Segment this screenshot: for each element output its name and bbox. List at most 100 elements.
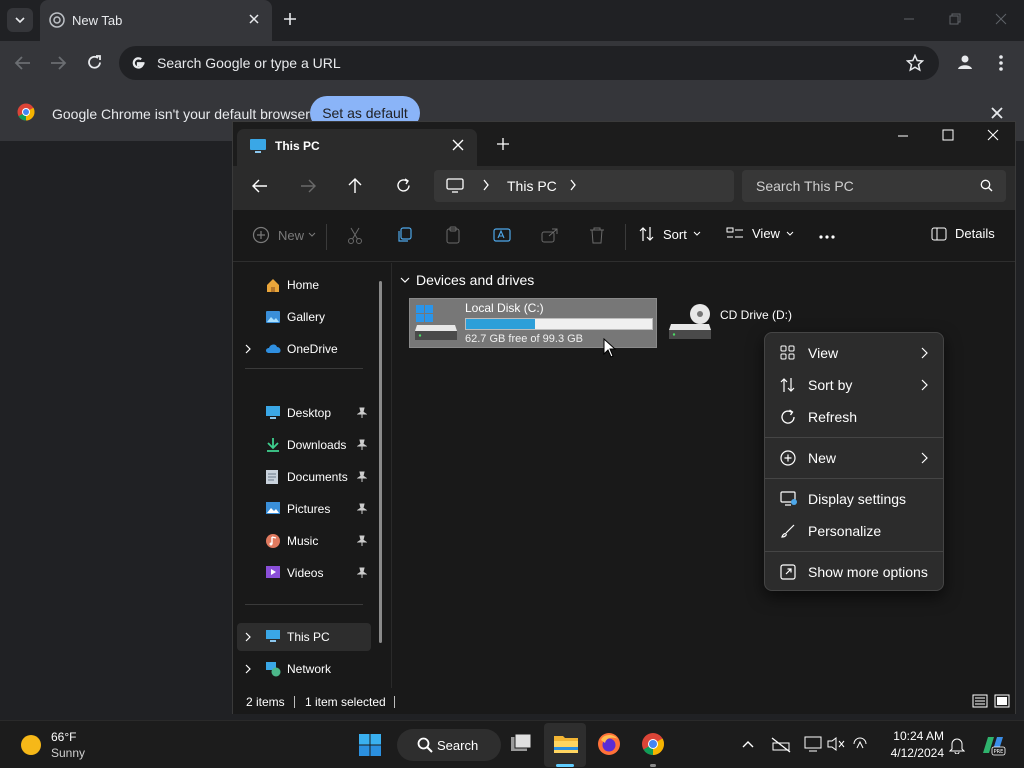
- delete-icon[interactable]: [589, 226, 605, 244]
- breadcrumb[interactable]: This PC: [434, 170, 734, 202]
- monitor-icon[interactable]: [804, 736, 822, 752]
- context-menu-item-new[interactable]: New: [769, 443, 939, 473]
- rename-icon[interactable]: [493, 226, 511, 244]
- search-placeholder: Search This PC: [756, 178, 854, 194]
- tiles-view-icon[interactable]: [994, 694, 1010, 708]
- infobar-close-icon[interactable]: [990, 106, 1004, 120]
- view-button[interactable]: View: [726, 226, 794, 241]
- copilot-icon[interactable]: PRE: [980, 733, 1006, 757]
- chevron-right-icon[interactable]: [245, 344, 251, 354]
- nav-item-gallery[interactable]: Gallery: [233, 303, 373, 331]
- new-button[interactable]: New: [252, 226, 316, 244]
- chevron-right-icon[interactable]: [245, 632, 251, 642]
- chrome-icon[interactable]: [641, 732, 665, 756]
- paste-icon[interactable]: [445, 226, 461, 244]
- taskbar-search[interactable]: Search: [397, 729, 501, 761]
- reload-icon[interactable]: [86, 54, 103, 71]
- context-menu-item-show-more-options[interactable]: Show more options: [769, 557, 939, 587]
- pin-icon[interactable]: [357, 471, 367, 483]
- context-menu-label: Show more options: [808, 564, 928, 580]
- context-menu-item-refresh[interactable]: Refresh: [769, 402, 939, 432]
- chevron-right-icon[interactable]: [245, 664, 251, 674]
- speaker-muted-icon[interactable]: [826, 736, 846, 752]
- pin-icon[interactable]: [357, 439, 367, 451]
- close-icon[interactable]: [247, 12, 261, 26]
- tab-new-tab[interactable]: New Tab: [40, 0, 272, 41]
- group-header-devices[interactable]: Devices and drives: [400, 272, 534, 288]
- context-menu-divider: [765, 437, 943, 438]
- bookmark-star-icon[interactable]: [906, 54, 924, 72]
- see-more-icon[interactable]: [818, 234, 836, 240]
- forward-arrow-icon[interactable]: [300, 179, 316, 193]
- forward-arrow-icon[interactable]: [49, 55, 67, 71]
- pin-icon[interactable]: [357, 407, 367, 419]
- nav-label: Music: [287, 534, 319, 548]
- share-icon[interactable]: [541, 226, 559, 244]
- new-tab-icon[interactable]: [496, 137, 510, 151]
- context-menu-item-display-settings[interactable]: Display settings: [769, 484, 939, 514]
- sort-button[interactable]: Sort: [639, 226, 701, 242]
- task-view-icon[interactable]: [509, 733, 533, 755]
- restore-icon[interactable]: [948, 12, 962, 26]
- minimize-icon[interactable]: [902, 12, 916, 26]
- refresh-icon[interactable]: [396, 178, 411, 193]
- battery-icon[interactable]: [851, 736, 869, 752]
- nav-scrollbar[interactable]: [379, 281, 382, 643]
- nav-item-downloads[interactable]: Downloads: [233, 431, 373, 459]
- nav-item-music[interactable]: Music: [233, 527, 373, 555]
- chevron-up-icon[interactable]: [742, 740, 754, 748]
- up-arrow-icon[interactable]: [348, 178, 362, 194]
- nav-label: Gallery: [287, 310, 326, 324]
- breadcrumb-this-pc[interactable]: This PC: [507, 178, 557, 194]
- running-app-indicator: [650, 764, 656, 767]
- kebab-menu-icon[interactable]: [998, 54, 1004, 72]
- file-explorer-icon[interactable]: [553, 732, 579, 754]
- nav-item-videos[interactable]: Videos: [233, 559, 373, 587]
- context-menu-item-personalize[interactable]: Personalize: [769, 516, 939, 546]
- maximize-icon[interactable]: [942, 129, 954, 141]
- nav-item-pictures[interactable]: Pictures: [233, 495, 373, 523]
- details-pane-button[interactable]: Details: [931, 226, 995, 241]
- details-view-icon[interactable]: [972, 694, 988, 708]
- toolbar-divider: [625, 224, 626, 250]
- notification-bell-icon[interactable]: [949, 736, 965, 754]
- active-app-indicator: [556, 764, 574, 767]
- window-close-icon[interactable]: [987, 129, 999, 141]
- start-icon[interactable]: [358, 733, 382, 757]
- context-menu-label: Sort by: [808, 377, 853, 393]
- context-menu-label: View: [808, 345, 839, 361]
- chevron-right-icon[interactable]: [569, 179, 577, 191]
- pin-icon[interactable]: [357, 535, 367, 547]
- back-arrow-icon[interactable]: [14, 55, 32, 71]
- context-menu-item-view[interactable]: View: [769, 338, 939, 368]
- profile-icon[interactable]: [956, 53, 974, 71]
- omnibox[interactable]: Search Google or type a URL: [119, 46, 939, 80]
- context-menu-divider: [765, 551, 943, 552]
- tab-search-button[interactable]: [7, 8, 33, 32]
- drive-tile-local-disk-c[interactable]: Local Disk (C:) 62.7 GB free of 99.3 GB: [409, 298, 657, 348]
- copy-icon[interactable]: [397, 227, 413, 244]
- search-input[interactable]: Search This PC: [742, 170, 1006, 202]
- new-tab-icon[interactable]: [282, 11, 298, 27]
- back-arrow-icon[interactable]: [252, 179, 268, 193]
- pin-icon[interactable]: [357, 567, 367, 579]
- nav-item-onedrive[interactable]: OneDrive: [233, 335, 373, 363]
- nav-item-desktop[interactable]: Desktop: [233, 399, 373, 427]
- nav-item-this-pc[interactable]: This PC: [237, 623, 371, 651]
- context-menu-item-sort-by[interactable]: Sort by: [769, 370, 939, 400]
- close-icon[interactable]: [452, 139, 464, 151]
- chevron-down-icon: [693, 231, 701, 236]
- pin-icon[interactable]: [357, 503, 367, 515]
- nav-item-documents[interactable]: Documents: [233, 463, 373, 491]
- windows-drive-icon: [415, 305, 457, 340]
- minimize-icon[interactable]: [897, 130, 909, 142]
- nav-item-home[interactable]: Home: [233, 271, 373, 299]
- explorer-tab-this-pc[interactable]: This PC: [237, 129, 477, 166]
- nav-item-network[interactable]: Network: [233, 655, 373, 683]
- drive-offline-icon[interactable]: [771, 737, 791, 753]
- cut-icon[interactable]: [347, 227, 363, 245]
- firefox-icon[interactable]: [597, 732, 621, 756]
- drive-c-usage-fill: [466, 319, 535, 329]
- nav-label: Pictures: [287, 502, 331, 516]
- window-close-icon[interactable]: [994, 12, 1008, 26]
